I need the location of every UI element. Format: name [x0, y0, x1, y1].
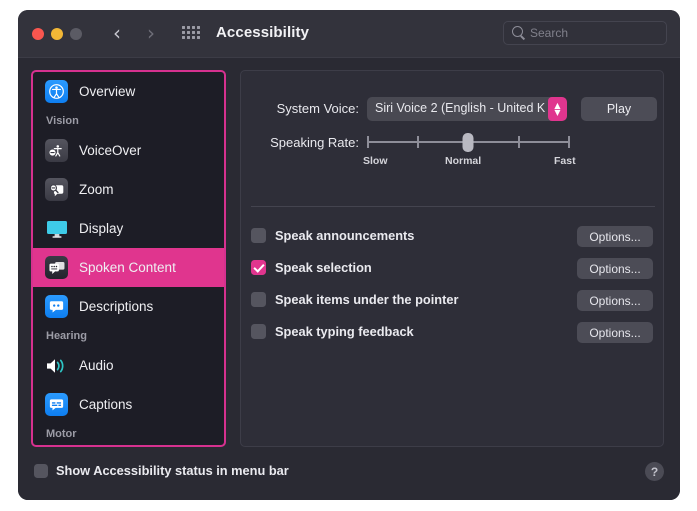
- stepper-down-icon: ▼: [554, 109, 560, 116]
- speak-typing-feedback-checkbox[interactable]: [251, 324, 266, 339]
- speaking-rate-label: Speaking Rate:: [249, 135, 359, 150]
- window-title-bar: ‹ › Accessibility Search: [18, 10, 680, 58]
- speaker-icon: [45, 354, 68, 377]
- zoom-magnifier-icon: [45, 178, 68, 201]
- sidebar-item-captions[interactable]: Captions: [33, 385, 224, 424]
- show-accessibility-status-checkbox[interactable]: [34, 464, 48, 478]
- speak-announcements-checkbox[interactable]: [251, 228, 266, 243]
- system-voice-label: System Voice:: [249, 101, 359, 116]
- display-monitor-icon: [45, 217, 68, 240]
- sidebar-section-hearing: Hearing: [33, 326, 224, 346]
- voiceover-icon: [45, 139, 68, 162]
- close-window-button[interactable]: [32, 28, 44, 40]
- speak-typing-feedback-row: Speak typing feedback Options...: [241, 324, 663, 344]
- speak-typing-feedback-label: Speak typing feedback: [275, 324, 414, 339]
- show-all-grid-icon[interactable]: [182, 26, 200, 41]
- sidebar-item-display[interactable]: Display: [33, 209, 224, 248]
- sidebar-item-label: Zoom: [79, 182, 114, 197]
- sidebar-item-label: Overview: [79, 84, 135, 99]
- sidebar-item-label: Display: [79, 221, 123, 236]
- speak-items-under-pointer-checkbox[interactable]: [251, 292, 266, 307]
- sidebar-item-label: Audio: [79, 358, 114, 373]
- sidebar-item-descriptions[interactable]: Descriptions: [33, 287, 224, 326]
- speak-typing-feedback-options-button[interactable]: Options...: [577, 322, 653, 343]
- zoom-window-button: [70, 28, 82, 40]
- sidebar-section-motor: Motor: [33, 424, 224, 444]
- speak-announcements-options-button[interactable]: Options...: [577, 226, 653, 247]
- slider-tick-2: [417, 136, 419, 148]
- sidebar-item-label: VoiceOver: [79, 143, 141, 158]
- play-button[interactable]: Play: [581, 97, 657, 121]
- search-icon: [512, 26, 523, 37]
- speak-selection-row: Speak selection Options...: [241, 260, 663, 280]
- window-body: Overview Vision VoiceOver: [18, 58, 680, 500]
- help-button[interactable]: ?: [645, 462, 664, 481]
- system-voice-stepper[interactable]: ▲ ▼: [548, 97, 567, 121]
- descriptions-bubble-icon: [45, 295, 68, 318]
- sidebar-item-zoom[interactable]: Zoom: [33, 170, 224, 209]
- sidebar-item-voiceover[interactable]: VoiceOver: [33, 131, 224, 170]
- system-voice-value: Siri Voice 2 (English - United K: [375, 101, 545, 115]
- sidebar-item-label: Spoken Content: [79, 260, 176, 275]
- speak-items-under-pointer-row: Speak items under the pointer Options...: [241, 292, 663, 312]
- page-title: Accessibility: [216, 24, 309, 41]
- sidebar-section-vision: Vision: [33, 111, 224, 131]
- sidebar-item-spoken-content[interactable]: Spoken Content: [33, 248, 224, 287]
- back-arrow-icon[interactable]: ‹: [106, 23, 128, 45]
- sidebar-item-audio[interactable]: Audio: [33, 346, 224, 385]
- slider-label-slow: Slow: [363, 155, 388, 167]
- system-voice-row: System Voice: Siri Voice 2 (English - Un…: [241, 97, 663, 121]
- slider-tick-fast: [568, 136, 570, 148]
- search-input[interactable]: Search: [503, 21, 667, 45]
- slider-label-fast: Fast: [554, 155, 576, 167]
- speak-selection-label: Speak selection: [275, 260, 372, 275]
- minimize-window-button[interactable]: [51, 28, 63, 40]
- speaking-rate-row: Speaking Rate: Slow Normal Fast: [241, 131, 663, 173]
- slider-label-normal: Normal: [445, 155, 481, 167]
- speech-bubble-icon: [45, 256, 68, 279]
- speaking-rate-slider[interactable]: Slow Normal Fast: [367, 133, 570, 151]
- slider-tick-slow: [367, 136, 369, 148]
- slider-thumb[interactable]: [463, 133, 474, 152]
- speak-selection-checkbox[interactable]: [251, 260, 266, 275]
- accessibility-preferences-window: ‹ › Accessibility Search Overview: [18, 10, 680, 500]
- speak-announcements-row: Speak announcements Options...: [241, 228, 663, 248]
- accessibility-person-icon: [45, 80, 68, 103]
- forward-arrow-icon[interactable]: ›: [140, 23, 162, 45]
- speak-items-under-pointer-options-button[interactable]: Options...: [577, 290, 653, 311]
- captions-bubble-icon: [45, 393, 68, 416]
- search-placeholder: Search: [530, 26, 568, 40]
- sidebar-item-label: Captions: [79, 397, 132, 412]
- show-accessibility-status-label: Show Accessibility status in menu bar: [56, 463, 289, 478]
- accessibility-sidebar: Overview Vision VoiceOver: [31, 70, 226, 447]
- spoken-content-panel: System Voice: Siri Voice 2 (English - Un…: [240, 70, 664, 447]
- sidebar-item-label: Descriptions: [79, 299, 153, 314]
- speak-announcements-label: Speak announcements: [275, 228, 414, 243]
- speak-selection-options-button[interactable]: Options...: [577, 258, 653, 279]
- section-divider: [251, 206, 655, 207]
- speak-items-under-pointer-label: Speak items under the pointer: [275, 292, 458, 307]
- sidebar-item-overview[interactable]: Overview: [33, 72, 224, 111]
- slider-tick-4: [518, 136, 520, 148]
- system-voice-select[interactable]: Siri Voice 2 (English - United K ▲ ▼: [367, 97, 567, 121]
- window-bottom-bar: Show Accessibility status in menu bar ?: [18, 448, 680, 500]
